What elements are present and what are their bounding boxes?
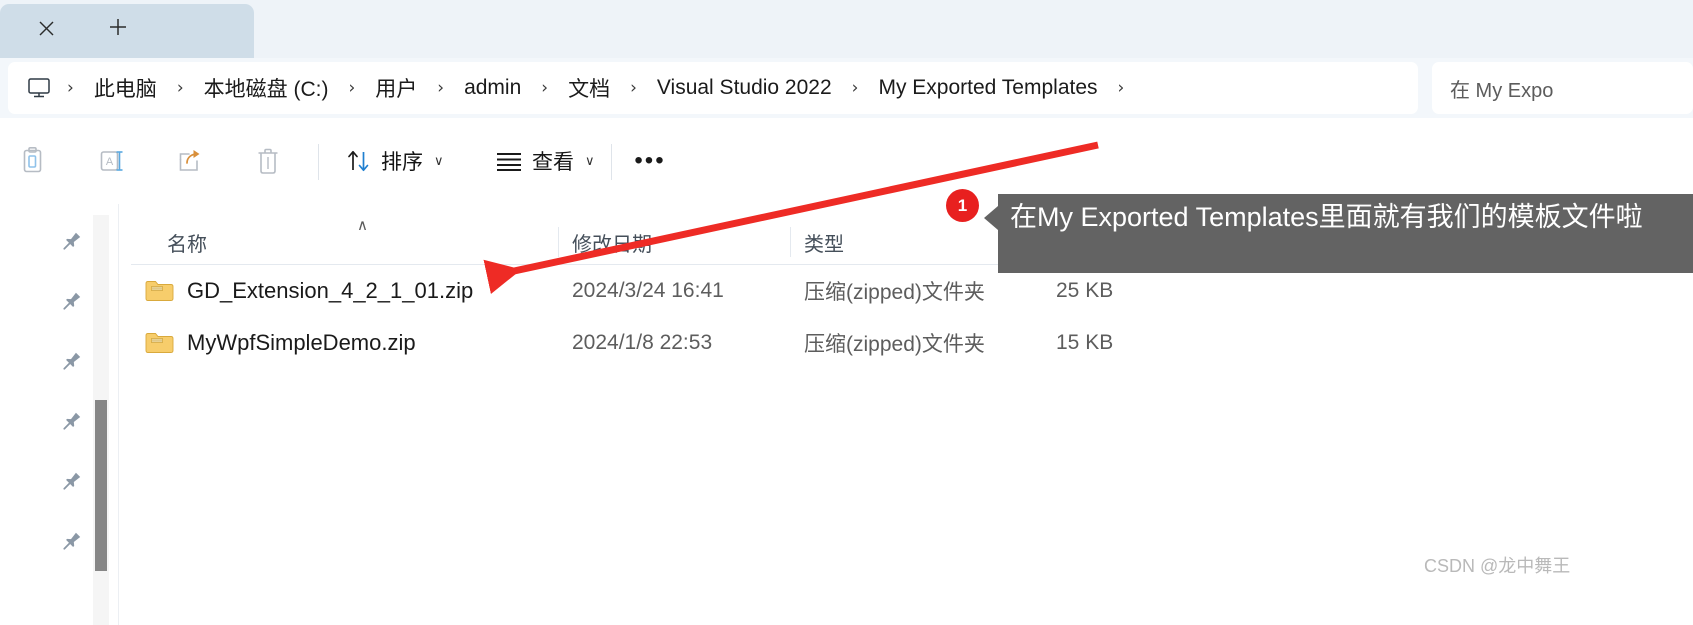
file-size-cell: 15 KB (1056, 331, 1114, 354)
file-date-cell: 2024/1/8 22:53 (572, 331, 713, 354)
breadcrumb-home-button[interactable] (22, 71, 56, 105)
delete-button[interactable] (244, 138, 294, 184)
search-input[interactable]: 在 My Expo (1432, 62, 1693, 114)
annotation-callout: 在My Exported Templates里面就有我们的模板文件啦 (984, 194, 1693, 273)
share-button[interactable] (166, 138, 216, 184)
pinned-item-icon[interactable] (58, 409, 84, 435)
close-icon (39, 21, 53, 35)
file-name-label: MyWpfSimpleDemo.zip (187, 330, 416, 355)
file-name-cell[interactable]: MyWpfSimpleDemo.zip (145, 317, 416, 369)
trash-icon (258, 148, 278, 174)
breadcrumb-separator[interactable]: › (530, 78, 559, 98)
rename-icon: A (100, 151, 123, 171)
column-header-date[interactable]: 修改日期 (572, 220, 652, 264)
address-bar: › 此电脑 › 本地磁盘 (C:) › 用户 › admin › 文档 › Vi… (0, 58, 1693, 118)
pin-icon (63, 292, 81, 310)
zip-folder-icon (145, 279, 175, 303)
nav-scrollbar-thumb[interactable] (95, 400, 107, 571)
breadcrumb-item-visual-studio-2022[interactable]: Visual Studio 2022 (648, 72, 841, 104)
breadcrumb-container[interactable]: › 此电脑 › 本地磁盘 (C:) › 用户 › admin › 文档 › Vi… (8, 62, 1418, 114)
annotation-callout-text: 在My Exported Templates里面就有我们的模板文件啦 (1010, 202, 1643, 232)
pinned-item-icon[interactable] (58, 469, 84, 495)
breadcrumb-item-users[interactable]: 用户 (366, 69, 426, 107)
breadcrumb-item-my-exported-templates[interactable]: My Exported Templates (869, 72, 1106, 104)
column-header-type-label: 类型 (804, 233, 844, 256)
breadcrumb-separator[interactable]: › (166, 78, 195, 98)
view-label: 查看 (532, 151, 574, 174)
annotation-step-badge: 1 (946, 189, 979, 222)
file-type-cell: 压缩(zipped)文件夹 (804, 281, 985, 304)
pin-icon (63, 472, 81, 490)
close-tab-button[interactable] (30, 12, 62, 44)
sort-icon (348, 150, 369, 172)
breadcrumb-separator[interactable]: › (56, 78, 85, 98)
column-header-name-label: 名称 (167, 233, 207, 256)
chevron-down-icon: ∨ (585, 153, 595, 169)
zip-folder-icon (145, 331, 175, 355)
file-explorer-window: › 此电脑 › 本地磁盘 (C:) › 用户 › admin › 文档 › Vi… (0, 0, 1693, 625)
table-row[interactable]: MyWpfSimpleDemo.zip 2024/1/8 22:53 压缩(zi… (131, 317, 1693, 369)
plus-icon (110, 19, 126, 35)
sort-ascending-caret-icon: ∧ (357, 216, 368, 234)
breadcrumb-separator[interactable]: › (619, 78, 648, 98)
chevron-down-icon: ∨ (434, 153, 444, 169)
breadcrumb-item-admin[interactable]: admin (455, 72, 530, 104)
svg-text:A: A (106, 156, 114, 168)
breadcrumb-item-local-disk-c[interactable]: 本地磁盘 (C:) (195, 69, 338, 107)
file-date-cell: 2024/3/24 16:41 (572, 279, 724, 302)
sort-button[interactable]: 排序 ∨ (334, 138, 456, 184)
breadcrumb-separator[interactable]: › (337, 78, 366, 98)
sort-label: 排序 (381, 151, 423, 174)
pin-icon (63, 232, 81, 250)
share-icon (179, 150, 200, 171)
view-list-icon (497, 153, 521, 171)
toolbar-divider (611, 144, 612, 180)
pin-icon (63, 532, 81, 550)
toolbar-divider (318, 144, 319, 180)
breadcrumb-separator[interactable]: › (426, 78, 455, 98)
paste-icon (23, 146, 42, 173)
command-toolbar: A 排序 ∨ 查看 ∨ ••• (0, 118, 1693, 205)
file-name-cell[interactable]: GD_Extension_4_2_1_01.zip (145, 265, 473, 317)
column-header-type[interactable]: 类型 (804, 220, 844, 264)
breadcrumb-item-documents[interactable]: 文档 (559, 69, 619, 107)
rename-button[interactable]: A (88, 138, 138, 184)
watermark: CSDN @龙中舞王 (1424, 556, 1571, 576)
view-button[interactable]: 查看 ∨ (483, 138, 607, 184)
more-options-button[interactable]: ••• (624, 138, 676, 184)
paste-button[interactable] (10, 138, 60, 184)
breadcrumb: › 此电脑 › 本地磁盘 (C:) › 用户 › admin › 文档 › Vi… (8, 62, 1135, 114)
callout-pointer-icon (984, 206, 998, 230)
file-name-label: GD_Extension_4_2_1_01.zip (187, 278, 474, 303)
breadcrumb-separator-trailing[interactable]: › (1107, 78, 1136, 98)
search-placeholder-text: 在 My Expo (1450, 79, 1554, 102)
column-header-name[interactable]: ∧ 名称 (167, 216, 368, 264)
navigation-pane (0, 204, 131, 625)
nav-pane-divider (118, 204, 119, 625)
pinned-item-icon[interactable] (58, 229, 84, 255)
this-pc-monitor-icon (28, 78, 50, 98)
breadcrumb-separator[interactable]: › (841, 78, 870, 98)
column-divider[interactable] (790, 227, 791, 257)
breadcrumb-item-this-pc[interactable]: 此电脑 (85, 69, 166, 107)
pin-icon (63, 412, 81, 430)
column-divider[interactable] (558, 227, 559, 257)
new-tab-button[interactable] (100, 10, 136, 44)
pin-icon (63, 352, 81, 370)
column-header-date-label: 修改日期 (572, 233, 652, 256)
pinned-item-icon[interactable] (58, 529, 84, 555)
tab-strip (0, 0, 1693, 58)
pinned-item-icon[interactable] (58, 289, 84, 315)
file-type-cell: 压缩(zipped)文件夹 (804, 333, 985, 356)
pinned-item-icon[interactable] (58, 349, 84, 375)
